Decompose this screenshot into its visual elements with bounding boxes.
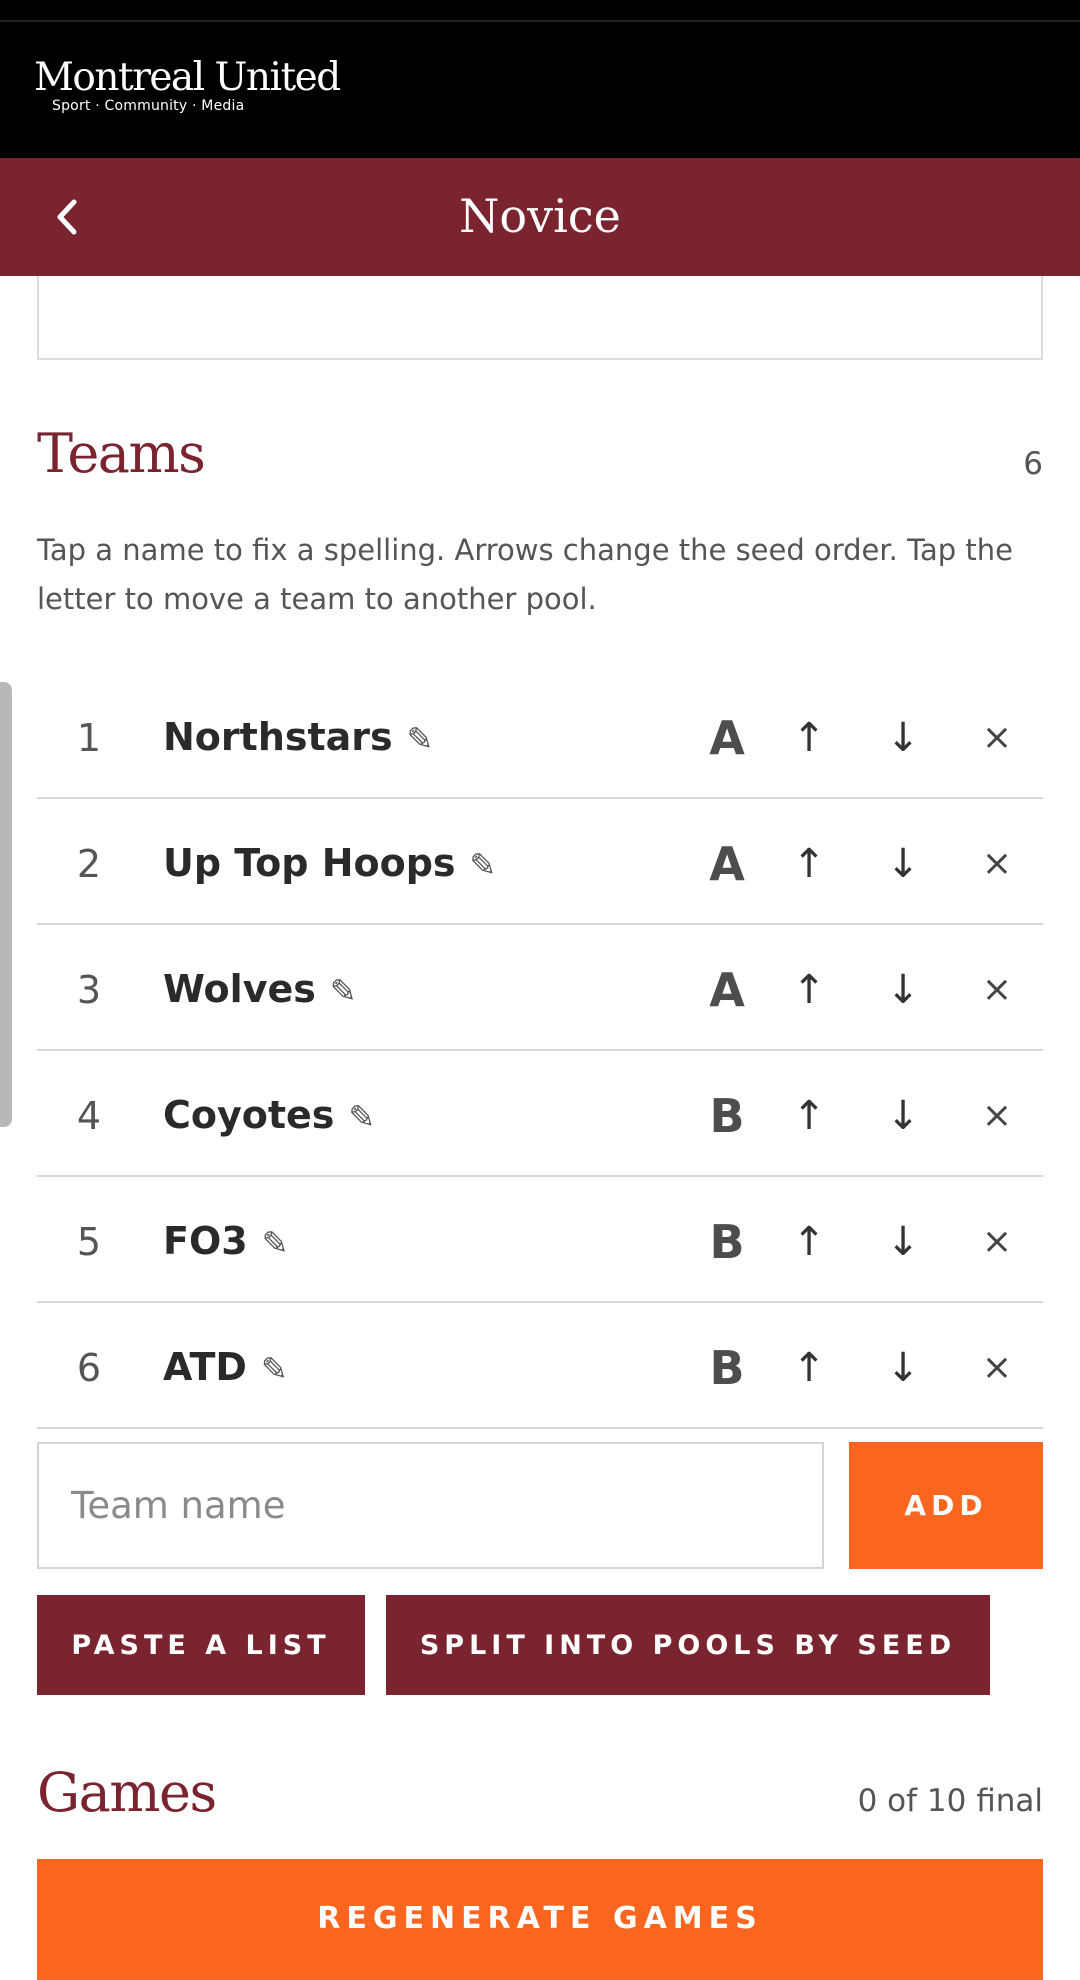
pool-letter-button[interactable]: A [687, 839, 767, 889]
seed-number: 5 [76, 1220, 102, 1264]
table-row: 5 FO3 ✎ B ↑ ↓ × [37, 1177, 1043, 1303]
move-down-arrow-icon[interactable]: ↓ [873, 1343, 933, 1393]
teams-count: 6 [1023, 446, 1043, 482]
team-name-input[interactable] [37, 1442, 824, 1569]
team-name-text: Coyotes [163, 1093, 335, 1137]
paste-list-button[interactable]: PASTE A LIST [37, 1595, 365, 1695]
team-name[interactable]: Northstars ✎ [163, 713, 433, 763]
move-up-arrow-icon[interactable]: ↑ [779, 1343, 839, 1393]
remove-close-icon[interactable]: × [967, 839, 1027, 889]
brand-bar: Montreal United Sport · Community · Medi… [0, 22, 1080, 158]
seed-number: 1 [76, 716, 102, 760]
pool-letter-button[interactable]: B [687, 1343, 767, 1393]
table-row: 1 Northstars ✎ A ↑ ↓ × [37, 673, 1043, 799]
team-name-text: ATD [163, 1345, 247, 1389]
team-name-text: Wolves [163, 967, 316, 1011]
table-row: 4 Coyotes ✎ B ↑ ↓ × [37, 1051, 1043, 1177]
team-name[interactable]: Coyotes ✎ [163, 1091, 375, 1141]
team-name[interactable]: Wolves ✎ [163, 965, 357, 1015]
pool-letter-button[interactable]: A [687, 965, 767, 1015]
seed-number: 4 [76, 1094, 102, 1138]
pencil-icon: ✎ [348, 1098, 376, 1136]
brand-name: Montreal United [34, 55, 341, 100]
move-down-arrow-icon[interactable]: ↓ [873, 713, 933, 763]
team-name-text: Up Top Hoops [163, 841, 456, 885]
scrollbar[interactable] [0, 682, 12, 1127]
table-row: 6 ATD ✎ B ↑ ↓ × [37, 1303, 1043, 1429]
team-name[interactable]: ATD ✎ [163, 1343, 288, 1393]
teams-heading: Teams [37, 422, 206, 485]
move-down-arrow-icon[interactable]: ↓ [873, 965, 933, 1015]
team-name-text: FO3 [163, 1219, 248, 1263]
games-status: 0 of 10 final [857, 1783, 1043, 1819]
brand-logo[interactable]: Montreal United Sport · Community · Medi… [34, 55, 341, 115]
pencil-icon: ✎ [261, 1224, 289, 1262]
remove-close-icon[interactable]: × [967, 965, 1027, 1015]
split-pools-button[interactable]: SPLIT INTO POOLS BY SEED [386, 1595, 990, 1695]
pool-letter-button[interactable]: B [687, 1217, 767, 1267]
table-row: 3 Wolves ✎ A ↑ ↓ × [37, 925, 1043, 1051]
remove-close-icon[interactable]: × [967, 1091, 1027, 1141]
teams-help-text: Tap a name to fix a spelling. Arrows cha… [37, 533, 1013, 616]
pencil-icon: ✎ [329, 972, 357, 1010]
seed-number: 2 [76, 842, 102, 886]
teams-list: 1 Northstars ✎ A ↑ ↓ × 2 Up Top Hoops ✎ A … [37, 673, 1043, 1429]
brand-tagline: Sport · Community · Media [52, 98, 245, 114]
move-down-arrow-icon[interactable]: ↓ [873, 839, 933, 889]
pencil-icon: ✎ [260, 1350, 288, 1388]
team-name-text: Northstars [163, 715, 393, 759]
games-heading: Games [37, 1761, 217, 1824]
move-up-arrow-icon[interactable]: ↑ [779, 1091, 839, 1141]
page-header: Novice [0, 158, 1080, 276]
move-up-arrow-icon[interactable]: ↑ [779, 965, 839, 1015]
table-row: 2 Up Top Hoops ✎ A ↑ ↓ × [37, 799, 1043, 925]
move-down-arrow-icon[interactable]: ↓ [873, 1091, 933, 1141]
regenerate-games-button[interactable]: REGENERATE GAMES [37, 1859, 1043, 1980]
move-up-arrow-icon[interactable]: ↑ [779, 839, 839, 889]
previous-panel [37, 276, 1043, 360]
move-down-arrow-icon[interactable]: ↓ [873, 1217, 933, 1267]
remove-close-icon[interactable]: × [967, 713, 1027, 763]
move-up-arrow-icon[interactable]: ↑ [779, 713, 839, 763]
pencil-icon: ✎ [469, 846, 497, 884]
move-up-arrow-icon[interactable]: ↑ [779, 1217, 839, 1267]
team-name[interactable]: FO3 ✎ [163, 1217, 289, 1267]
pool-letter-button[interactable]: B [687, 1091, 767, 1141]
add-team-button[interactable]: ADD [849, 1442, 1043, 1569]
remove-close-icon[interactable]: × [967, 1217, 1027, 1267]
team-name[interactable]: Up Top Hoops ✎ [163, 839, 496, 889]
status-strip [0, 0, 1080, 22]
pool-letter-button[interactable]: A [687, 713, 767, 763]
seed-number: 6 [76, 1346, 102, 1390]
seed-number: 3 [76, 968, 102, 1012]
remove-close-icon[interactable]: × [967, 1343, 1027, 1393]
pencil-icon: ✎ [406, 720, 434, 758]
page-title: Novice [459, 189, 621, 243]
